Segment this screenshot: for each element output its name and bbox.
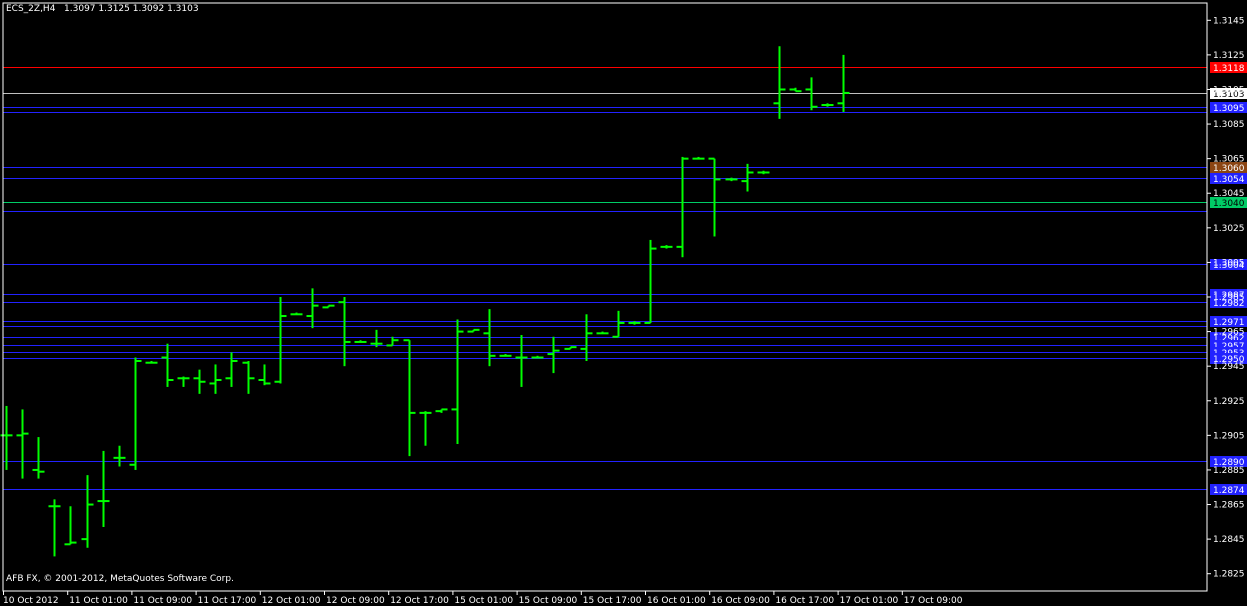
ohlc-bar-43 <box>692 156 705 160</box>
y-tick-label-10: 1.2945 <box>1213 362 1245 372</box>
level-label-2: 1.3095 <box>1213 104 1245 114</box>
y-tick-label-1: 1.3125 <box>1213 51 1245 61</box>
x-tick-label-14: 17 Oct 09:00 <box>904 596 963 606</box>
ohlc-bar-32 <box>515 335 528 387</box>
ohlc-bar-6 <box>97 450 110 528</box>
ohlc-bar-31 <box>499 354 512 357</box>
y-tick-label-11: 1.2925 <box>1213 397 1245 407</box>
price-chart[interactable]: 1.31181.31031.30951.30601.30541.30401.30… <box>0 0 1247 606</box>
x-tick-label-5: 12 Oct 09:00 <box>326 596 385 606</box>
level-label-18: 1.2874 <box>1213 486 1245 496</box>
ohlc-bar-20 <box>322 304 335 309</box>
ohlc-bar-38 <box>612 310 625 338</box>
ohlc-bar-4 <box>64 506 77 546</box>
ohlc-bar-47 <box>757 170 770 175</box>
ohlc-bar-26 <box>419 411 432 446</box>
ohlc-bar-42 <box>676 156 689 258</box>
x-tick-label-8: 15 Oct 09:00 <box>519 596 578 606</box>
x-tick-label-3: 11 Oct 17:00 <box>198 596 257 606</box>
level-label-4: 1.3060 <box>1213 164 1245 174</box>
ohlc-bar-34 <box>547 336 560 374</box>
x-tick-label-9: 15 Oct 17:00 <box>583 596 642 606</box>
ohlc-bar-10 <box>161 343 174 387</box>
ohlc-bar-2 <box>32 437 45 479</box>
level-label-11: 1.2971 <box>1213 318 1245 328</box>
y-tick-label-16: 1.2825 <box>1213 570 1245 580</box>
y-tick-label-6: 1.3025 <box>1213 224 1245 234</box>
y-tick-label-2: 1.3105 <box>1213 85 1245 95</box>
y-tick-label-13: 1.2885 <box>1213 466 1245 476</box>
ohlc-bar-27 <box>435 408 448 413</box>
ohlc-bar-33 <box>531 355 544 359</box>
x-tick-label-6: 12 Oct 17:00 <box>390 596 449 606</box>
x-tick-label-13: 17 Oct 01:00 <box>840 596 899 606</box>
ohlc-bar-28 <box>451 319 464 444</box>
level-label-6: 1.3040 <box>1213 199 1245 209</box>
ohlc-bar-1 <box>16 409 29 479</box>
ohlc-bar-49 <box>789 87 802 93</box>
chart-frame <box>2 2 1208 592</box>
ohlc-bar-51 <box>821 103 834 107</box>
y-tick-label-12: 1.2905 <box>1213 431 1245 441</box>
x-tick-label-0: 10 Oct 2012 <box>3 596 59 606</box>
level-label-5: 1.3054 <box>1213 175 1245 185</box>
ohlc-bar-17 <box>274 297 287 384</box>
y-tick-label-0: 1.3145 <box>1213 16 1245 26</box>
y-tick-label-8: 1.2985 <box>1213 293 1245 303</box>
y-tick-label-15: 1.2845 <box>1213 535 1245 545</box>
level-lines <box>3 67 1207 490</box>
ohlc-bar-3 <box>48 499 61 557</box>
ohlc-bar-7 <box>113 445 126 467</box>
y-tick-label-9: 1.2965 <box>1213 328 1245 338</box>
x-tick-label-4: 12 Oct 01:00 <box>262 596 321 606</box>
ohlc-bar-8 <box>129 357 142 470</box>
ohlc-bar-11 <box>177 376 190 387</box>
ohlc-bars <box>0 46 850 557</box>
ohlc-bar-22 <box>354 340 367 343</box>
x-tick-label-7: 15 Oct 01:00 <box>454 596 513 606</box>
ohlc-bar-12 <box>193 369 206 394</box>
ohlc-bar-25 <box>403 339 416 457</box>
ohlc-bar-9 <box>145 360 158 364</box>
x-tick-label-2: 11 Oct 09:00 <box>133 596 192 606</box>
ohlc-bar-13 <box>209 364 222 394</box>
ohlc-bar-15 <box>242 360 255 394</box>
y-tick-label-4: 1.3065 <box>1213 155 1245 165</box>
y-tick-label-3: 1.3085 <box>1213 120 1245 130</box>
y-tick-label-7: 1.3005 <box>1213 258 1245 268</box>
ohlc-bar-44 <box>708 157 721 237</box>
x-tick-label-1: 11 Oct 01:00 <box>69 596 128 606</box>
ohlc-bar-41 <box>660 245 673 249</box>
ohlc-bar-21 <box>338 297 351 367</box>
x-tick-label-10: 16 Oct 01:00 <box>647 596 706 606</box>
x-tick-label-11: 16 Oct 09:00 <box>711 596 770 606</box>
ohlc-bar-5 <box>81 475 94 548</box>
ohlc-bar-0 <box>0 405 13 470</box>
x-tick-label-12: 16 Oct 17:00 <box>775 596 834 606</box>
ohlc-bar-24 <box>386 336 399 347</box>
ohlc-bar-35 <box>564 346 577 350</box>
level-label-0: 1.3118 <box>1213 64 1245 74</box>
ohlc-bar-52 <box>837 54 850 112</box>
ohlc-bar-40 <box>644 239 657 324</box>
ohlc-bar-14 <box>225 352 238 387</box>
ohlc-bar-16 <box>258 364 271 386</box>
ohlc-bar-37 <box>596 331 609 335</box>
y-tick-label-5: 1.3045 <box>1213 189 1245 199</box>
copyright-notice: AFB FX, © 2001-2012, MetaQuotes Software… <box>6 574 234 584</box>
ohlc-bar-29 <box>467 328 480 333</box>
ohlc-bar-18 <box>290 312 303 316</box>
x-axis: 10 Oct 2012 11 Oct 01:00 11 Oct 09:00 11 Oc… <box>3 591 963 606</box>
ohlc-bar-23 <box>370 329 383 348</box>
y-tick-label-14: 1.2865 <box>1213 501 1245 511</box>
